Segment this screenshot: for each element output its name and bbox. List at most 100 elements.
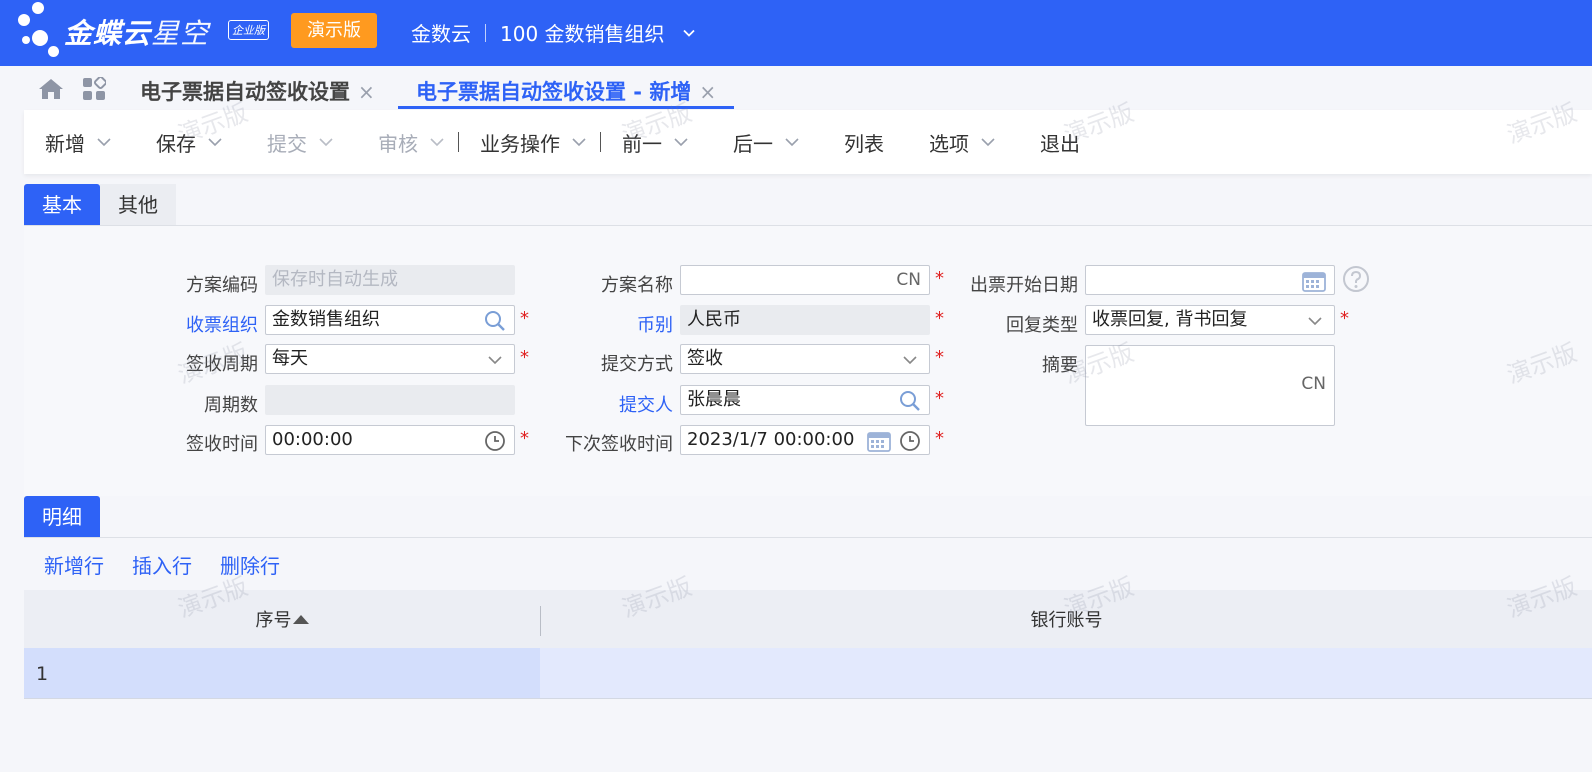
- grid-header: 序号 银行账号: [24, 590, 1592, 648]
- scheme-name-field[interactable]: CN: [680, 265, 930, 295]
- summary-label: 摘要: [1042, 355, 1078, 376]
- clock-icon[interactable]: [484, 430, 506, 452]
- previous-button[interactable]: 前一: [622, 128, 688, 157]
- clock-icon[interactable]: [899, 430, 921, 452]
- chevron-down-icon[interactable]: [785, 137, 799, 147]
- brand-logo: 金蝶云星空: [64, 12, 209, 52]
- seq-cell[interactable]: 1: [24, 648, 540, 698]
- chevron-down-icon[interactable]: [572, 137, 586, 147]
- sign-time-label: 签收时间: [186, 434, 258, 455]
- demo-edition-button[interactable]: 演示版: [291, 13, 377, 48]
- cycle-select[interactable]: 每天: [265, 344, 515, 374]
- list-button[interactable]: 列表: [844, 128, 884, 157]
- next-sign-time-field[interactable]: 2023/1/7 00:00:00: [680, 425, 930, 455]
- chevron-down-icon[interactable]: [899, 349, 921, 371]
- search-icon[interactable]: [899, 390, 921, 412]
- options-label: 选项: [929, 131, 969, 156]
- close-icon[interactable]: ×: [699, 80, 716, 104]
- summary-textarea[interactable]: CN: [1085, 345, 1335, 426]
- recv-org-value: 金数销售组织: [272, 309, 380, 330]
- chevron-down-icon[interactable]: [484, 349, 506, 371]
- chevron-down-icon[interactable]: [682, 27, 695, 39]
- cycle-count-label: 周期数: [204, 395, 258, 416]
- column-bank-account[interactable]: 银行账号: [541, 590, 1592, 648]
- exit-button[interactable]: 退出: [1040, 128, 1080, 157]
- tab-other[interactable]: 其他: [100, 184, 176, 226]
- org-switcher[interactable]: 金数云 100 金数销售组织: [411, 18, 695, 47]
- sort-ascending-icon[interactable]: [292, 615, 309, 624]
- action-toolbar: 新增 保存 提交 审核 业务操作 前一 后一 列表 选项 退出: [24, 110, 1592, 174]
- list-label: 列表: [844, 131, 884, 156]
- audit-button[interactable]: 审核: [378, 128, 444, 157]
- scheme-code-label: 方案编码: [186, 275, 258, 296]
- calendar-icon[interactable]: [867, 430, 891, 452]
- cycle-label: 签收周期: [186, 354, 258, 375]
- column-seq[interactable]: 序号: [24, 590, 540, 648]
- home-icon[interactable]: [38, 78, 64, 100]
- chevron-down-icon[interactable]: [97, 137, 111, 147]
- page-tab-bar: 电子票据自动签收设置 × 电子票据自动签收设置 - 新增 ×: [0, 66, 1592, 110]
- chevron-down-icon[interactable]: [981, 137, 995, 147]
- column-seq-label: 序号: [255, 610, 292, 631]
- currency-field: 人民币: [680, 305, 930, 335]
- chevron-down-icon[interactable]: [1304, 310, 1326, 332]
- apps-grid-icon[interactable]: [82, 77, 106, 101]
- save-button[interactable]: 保存: [156, 128, 222, 157]
- tab-auto-sign-settings-new[interactable]: 电子票据自动签收设置 - 新增 ×: [398, 76, 735, 109]
- language-tag[interactable]: CN: [1301, 374, 1326, 394]
- scheme-code-field: 保存时自动生成: [265, 265, 515, 295]
- next-button[interactable]: 后一: [733, 128, 799, 157]
- sign-time-value: 00:00:00: [272, 429, 353, 450]
- issue-start-date-field[interactable]: [1085, 265, 1335, 295]
- table-row[interactable]: 1: [24, 648, 1592, 699]
- toolbar-divider: [600, 132, 601, 152]
- submitter-label[interactable]: 提交人: [619, 391, 673, 417]
- detail-divider: [24, 537, 1592, 538]
- submit-label: 提交: [267, 131, 307, 156]
- previous-label: 前一: [622, 131, 662, 156]
- search-icon[interactable]: [484, 310, 506, 332]
- required-mark: *: [520, 428, 529, 449]
- recv-org-label[interactable]: 收票组织: [186, 311, 258, 337]
- submit-button[interactable]: 提交: [267, 128, 333, 157]
- tab-basic[interactable]: 基本: [24, 184, 100, 226]
- required-mark: *: [935, 347, 944, 368]
- required-mark: *: [935, 388, 944, 409]
- exit-label: 退出: [1040, 131, 1080, 156]
- sign-time-field[interactable]: 00:00:00: [265, 425, 515, 455]
- tab-label: 电子票据自动签收设置 - 新增: [416, 80, 692, 104]
- required-mark: *: [935, 428, 944, 449]
- save-label: 保存: [156, 131, 196, 156]
- chevron-down-icon[interactable]: [430, 137, 444, 147]
- submit-mode-label: 提交方式: [601, 354, 673, 375]
- language-tag[interactable]: CN: [896, 266, 921, 294]
- top-header: 金蝶云星空 企业版 演示版 金数云 100 金数销售组织: [0, 0, 1592, 66]
- currency-label[interactable]: 币别: [637, 311, 673, 337]
- reply-type-select[interactable]: 收票回复, 背书回复: [1085, 305, 1335, 335]
- close-icon[interactable]: ×: [358, 80, 375, 104]
- submit-mode-select[interactable]: 签收: [680, 344, 930, 374]
- chevron-down-icon[interactable]: [208, 137, 222, 147]
- form-subtabs: 基本 其他: [24, 184, 176, 226]
- business-label: 业务操作: [480, 131, 560, 156]
- submitter-field[interactable]: 张晨晨: [680, 385, 930, 415]
- scheme-name-label: 方案名称: [601, 275, 673, 296]
- chevron-down-icon[interactable]: [319, 137, 333, 147]
- add-row-link[interactable]: 新增行: [44, 550, 104, 579]
- cycle-count-field: [265, 385, 515, 415]
- business-ops-button[interactable]: 业务操作: [480, 128, 586, 157]
- options-button[interactable]: 选项: [929, 128, 995, 157]
- issue-start-date-label: 出票开始日期: [970, 275, 1078, 296]
- new-button[interactable]: 新增: [45, 128, 111, 157]
- recv-org-field[interactable]: 金数销售组织: [265, 305, 515, 335]
- help-icon[interactable]: [1342, 265, 1370, 293]
- required-mark: *: [935, 308, 944, 329]
- insert-row-link[interactable]: 插入行: [132, 550, 192, 579]
- delete-row-link[interactable]: 删除行: [220, 550, 280, 579]
- chevron-down-icon[interactable]: [674, 137, 688, 147]
- tab-auto-sign-settings[interactable]: 电子票据自动签收设置 ×: [140, 76, 375, 109]
- tab-detail[interactable]: 明细: [24, 496, 100, 538]
- org-divider: [485, 23, 486, 42]
- calendar-icon[interactable]: [1302, 270, 1326, 292]
- audit-label: 审核: [378, 131, 418, 156]
